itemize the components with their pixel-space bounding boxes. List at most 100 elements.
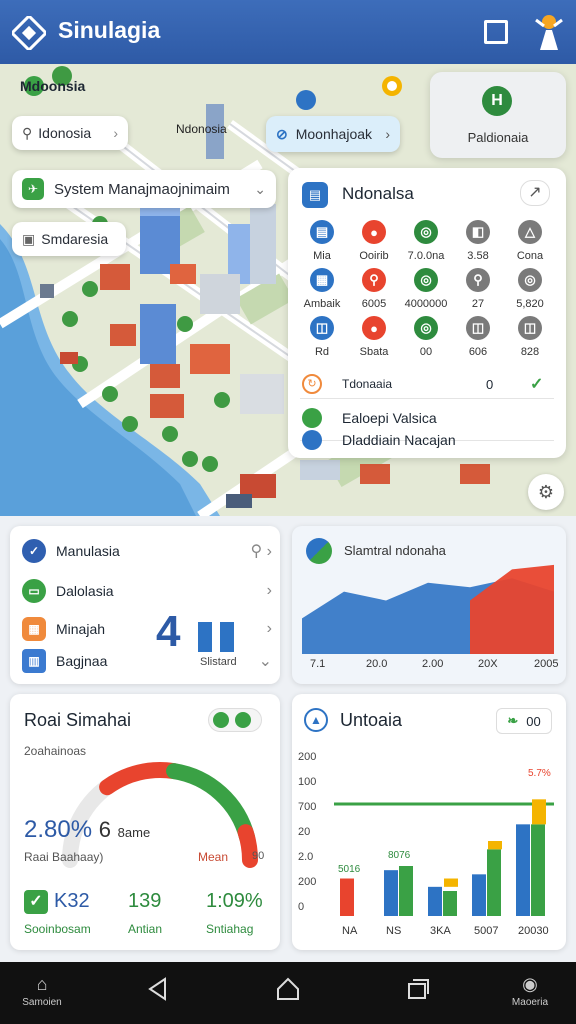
link-icon <box>302 430 322 450</box>
y-tick-label: 2.0 <box>298 851 313 863</box>
settings-gear-icon[interactable]: ⚙ <box>528 474 564 510</box>
chevron-right-icon: › <box>266 620 272 637</box>
chevron-right-icon: ⚲ › <box>250 543 273 560</box>
home-icon: ⌂ <box>36 974 48 994</box>
bar-chart: 200 100 700 20 2.0 200 0 NA NS 3KA 5007 20030 5016 80… <box>298 751 554 937</box>
gauge-segment <box>166 763 256 846</box>
app-logo-icon <box>9 13 49 53</box>
info-grid-cell[interactable]: ◎ 00 <box>396 316 456 358</box>
info-grid-cell[interactable]: ▦ Ambaik <box>292 268 352 310</box>
window-square-icon[interactable] <box>484 20 508 44</box>
system-dropdown[interactable]: ✈ System Manajmaojnimaim ⌄ <box>12 170 276 208</box>
info-grid-cell[interactable]: ◫ 606 <box>448 316 508 358</box>
stat-value: 1:09% <box>206 890 263 912</box>
share-icon[interactable]: ↗ <box>520 180 550 206</box>
x-tick-label: NA <box>342 925 358 937</box>
menu-item[interactable]: ▭ Dalolasia › <box>22 576 272 606</box>
bar <box>428 886 442 916</box>
map-view[interactable]: Mdoonsia ⚲ Idonosia › Ndonosia ⊘ Moonhaj… <box>0 64 576 516</box>
info-grid-label: 00 <box>419 346 433 358</box>
menu-item[interactable]: ✓ Manulasia ⚲ › <box>22 536 272 566</box>
corner-card[interactable]: H Paldionaia <box>430 72 566 158</box>
area-chart-card: Slamtral ndonaha 7.1 20.0 2.00 20X 2005 <box>292 526 566 684</box>
info-grid-cell[interactable]: ◧ 3.58 <box>448 220 508 262</box>
user-figure-icon[interactable] <box>532 12 566 52</box>
route-icon: ✈ <box>22 178 44 200</box>
info-grid-label: Mia <box>313 250 331 262</box>
y-tick-label: 200 <box>298 876 316 888</box>
region-chip[interactable]: ▣ Smdaresia <box>12 222 126 256</box>
area-chart-x-axis: 7.1 20.0 2.00 20X 2005 <box>292 658 566 674</box>
info-grid-cell[interactable]: ◎ 5,820 <box>500 268 560 310</box>
home-nav-button[interactable]: ⌂ Samoien <box>20 974 64 1014</box>
bar <box>443 891 457 916</box>
y-tick-label: 20 <box>298 826 310 838</box>
chevron-right-icon: › <box>385 126 390 142</box>
filter-button[interactable]: ❧ 00 <box>496 708 552 734</box>
info-grid-cell[interactable]: ⚲ 27 <box>448 268 508 310</box>
system-dropdown-label: System Manajmaojnimaim <box>54 180 230 198</box>
building-icon: ▥ <box>22 649 46 673</box>
x-tick-label: 20X <box>478 658 498 670</box>
gauge-percent-value: 2.80% <box>24 816 93 843</box>
info-grid-cell[interactable]: ● Sbata <box>344 316 404 358</box>
grid-icon: ◎ <box>414 220 438 244</box>
toggle-switch[interactable] <box>208 708 262 732</box>
chevron-down-icon: ⌄ <box>258 653 272 670</box>
x-tick-label: 20.0 <box>366 658 388 670</box>
menu-item-label: Bagjnaa <box>56 653 108 669</box>
x-tick-label: 2005 <box>534 658 559 670</box>
info-grid-cell[interactable]: ◎ 4000000 <box>396 268 456 310</box>
recents-button[interactable] <box>396 976 440 1016</box>
grid-icon: ● <box>362 220 386 244</box>
app-top-bar: Sinulagia <box>0 0 576 64</box>
grid-icon: ◫ <box>466 316 490 340</box>
place-label: Ndonosia <box>176 122 227 136</box>
gauge-end-value: 90 <box>252 850 265 862</box>
location-chip[interactable]: ⚲ Idonosia › <box>12 116 128 150</box>
info-grid-label: Cona <box>516 250 544 262</box>
info-grid-cell[interactable]: △ Cona <box>500 220 560 262</box>
back-button[interactable] <box>136 976 180 1016</box>
profile-nav-button[interactable]: ◉ Maoeria <box>508 974 552 1014</box>
bar <box>444 878 458 887</box>
x-tick-label: 3KA <box>430 925 451 937</box>
info-grid-cell[interactable]: ● Ooirib <box>344 220 404 262</box>
grid-icon: ◎ <box>518 268 542 292</box>
big-number: 4 <box>156 607 181 656</box>
info-grid-cell[interactable]: ◫ 828 <box>500 316 560 358</box>
data-label: 5.7% <box>528 768 551 779</box>
home-button[interactable] <box>266 976 310 1016</box>
map-location-heading: Mdoonsia <box>20 78 86 94</box>
link-item[interactable]: Dladdiain Nacajan <box>342 432 456 448</box>
status-row-label: Tdonaaia <box>342 377 393 391</box>
gauge-percent-suffix: 6 <box>98 817 111 842</box>
filter-button-label: 00 <box>526 713 541 729</box>
grid-icon: ● <box>362 316 386 340</box>
info-grid-cell[interactable]: ◎ 7.0.0na <box>396 220 456 262</box>
stat-label: Sntiahag <box>206 922 254 936</box>
menu-item-label: Dalolasia <box>56 583 114 599</box>
bar <box>531 824 545 916</box>
info-grid-label: 606 <box>468 346 488 358</box>
info-grid-label: 27 <box>471 298 485 310</box>
info-grid-label: Rd <box>314 346 330 358</box>
check-icon[interactable]: ✓ <box>530 374 543 394</box>
info-grid-cell[interactable]: ◫ Rd <box>292 316 352 358</box>
grid-icon: △ <box>518 220 542 244</box>
chevron-right-icon: › <box>113 125 118 141</box>
back-icon <box>148 977 166 1001</box>
bar-mark <box>198 622 212 652</box>
menu-item[interactable]: ▦ Minajah › <box>22 614 272 644</box>
info-grid-cell[interactable]: ⚲ 6005 <box>344 268 404 310</box>
info-grid-cell[interactable]: ▤ Mia <box>292 220 352 262</box>
status-row-value: 0 <box>486 377 494 392</box>
route-icon: ⊘ <box>276 125 288 142</box>
grid-icon: ▦ <box>310 268 334 292</box>
home-outline-icon <box>277 977 299 1000</box>
link-item[interactable]: Ealoepi Valsica <box>342 410 437 426</box>
info-grid-label: 6005 <box>361 298 387 310</box>
gauge-percent-unit: 8ame <box>117 825 151 840</box>
manage-chip[interactable]: ⊘ Moonhajoak › <box>266 116 400 152</box>
grid-icon: ◫ <box>518 316 542 340</box>
